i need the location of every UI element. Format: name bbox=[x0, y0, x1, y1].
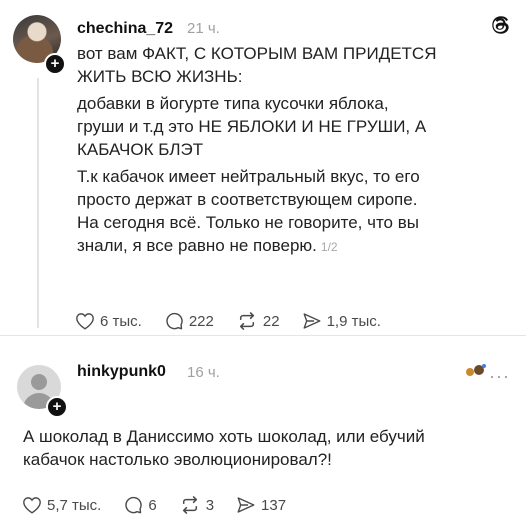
comment-button[interactable]: 222 bbox=[164, 311, 214, 331]
comment-count: 6 bbox=[148, 496, 157, 514]
like-button[interactable]: 6 тыс. bbox=[75, 312, 142, 330]
post-line: Т.к кабачок имеет нейтральный вкус, то е… bbox=[77, 167, 420, 186]
comment-button[interactable]: 6 bbox=[123, 495, 157, 515]
like-button[interactable]: 5,7 тыс. bbox=[22, 496, 101, 514]
repost-icon bbox=[239, 312, 254, 330]
comment-count: 222 bbox=[188, 312, 214, 330]
post-line: ЖИТЬ ВСЮ ЖИЗНЬ: bbox=[77, 67, 243, 86]
post-line: кабачок настолько эволюционировал?! bbox=[23, 450, 332, 469]
post-line: груши и т.д это НЕ ЯБЛОКИ И НЕ ГРУШИ, А bbox=[77, 117, 427, 136]
reaction-emoji-icon bbox=[466, 364, 486, 376]
post-1: + chechina_72 21 ч. вот вам ФАКТ, С КОТО… bbox=[0, 0, 526, 335]
post-username[interactable]: hinkypunk0 bbox=[77, 363, 166, 381]
post-text: вот вам ФАКТ, С КОТОРЫМ ВАМ ПРИДЕТСЯ ЖИТ… bbox=[77, 42, 522, 259]
repost-count: 22 bbox=[262, 312, 280, 330]
like-count: 5,7 тыс. bbox=[47, 496, 102, 514]
follow-plus-icon[interactable]: + bbox=[46, 396, 68, 418]
repost-count: 3 bbox=[205, 496, 215, 514]
post-line: просто держат в соответствующем сиропе. bbox=[77, 190, 418, 209]
more-options-icon[interactable]: ··· bbox=[489, 366, 510, 387]
share-count: 1,9 тыс. bbox=[326, 312, 381, 330]
action-bar: 5,7 тыс. 6 3 137 bbox=[22, 495, 308, 515]
share-button[interactable]: 137 bbox=[236, 496, 286, 514]
share-button[interactable]: 1,9 тыс. bbox=[302, 312, 381, 330]
repost-button[interactable]: 3 bbox=[179, 496, 214, 514]
post-text: А шоколад в Даниссимо хоть шоколад, или … bbox=[23, 425, 518, 471]
repost-icon bbox=[182, 496, 197, 514]
thread-line bbox=[37, 78, 39, 328]
post-time: 16 ч. bbox=[187, 364, 220, 381]
post-line: А шоколад в Даниссимо хоть шоколад, или … bbox=[23, 427, 425, 446]
post-time: 21 ч. bbox=[187, 20, 220, 37]
page-indicator: 1/2 bbox=[320, 240, 338, 254]
post-username[interactable]: chechina_72 bbox=[77, 20, 173, 38]
comment-icon bbox=[166, 312, 183, 330]
follow-plus-icon[interactable]: + bbox=[44, 53, 66, 75]
like-count: 6 тыс. bbox=[100, 312, 142, 330]
post-line: вот вам ФАКТ, С КОТОРЫМ ВАМ ПРИДЕТСЯ bbox=[77, 44, 437, 63]
share-count: 137 bbox=[261, 496, 287, 514]
threads-logo-icon[interactable] bbox=[490, 14, 512, 36]
post-line: На сегодня всё. Только не говорите, что … bbox=[77, 213, 419, 232]
action-bar: 6 тыс. 222 22 1,9 тыс. bbox=[75, 311, 403, 331]
post-line-text: знали, я все равно не поверю. bbox=[77, 236, 317, 255]
share-icon bbox=[237, 497, 255, 513]
repost-button[interactable]: 22 bbox=[236, 312, 280, 330]
post-line: добавки в йогурте типа кусочки яблока, bbox=[77, 94, 389, 113]
post-line: КАБАЧОК БЛЭТ bbox=[77, 140, 204, 159]
post-line: знали, я все равно не поверю. 1/2 bbox=[77, 234, 522, 259]
heart-icon bbox=[76, 313, 94, 330]
comment-icon bbox=[125, 496, 143, 514]
share-icon bbox=[303, 313, 321, 329]
avatar-head bbox=[31, 374, 47, 390]
heart-icon bbox=[23, 497, 41, 514]
